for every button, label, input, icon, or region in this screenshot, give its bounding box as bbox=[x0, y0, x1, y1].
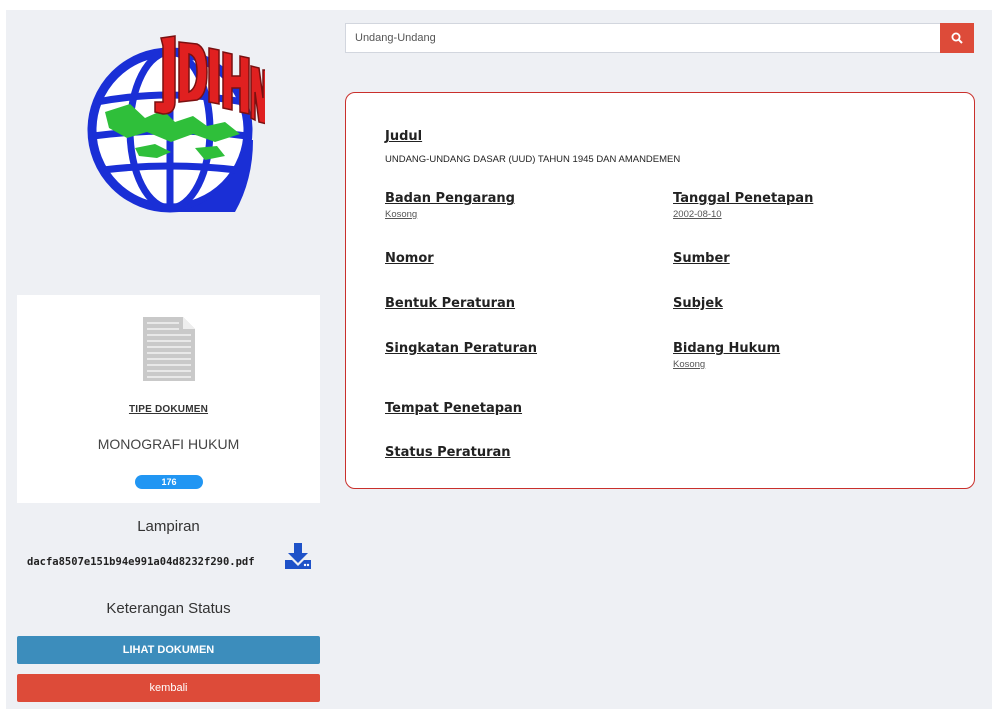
kembali-button[interactable]: kembali bbox=[17, 674, 320, 702]
tanggal-penetapan-label: Tanggal Penetapan bbox=[673, 191, 814, 206]
field-bentuk-peraturan: Bentuk Peraturan bbox=[385, 296, 515, 311]
lampiran-title: Lampiran bbox=[137, 518, 200, 535]
download-icon[interactable] bbox=[284, 542, 312, 570]
document-icon bbox=[143, 317, 195, 381]
tanggal-penetapan-value: 2002-08-10 bbox=[673, 209, 722, 220]
badan-pengarang-label: Badan Pengarang bbox=[385, 191, 515, 206]
tipe-dokumen-label: TIPE DOKUMEN bbox=[128, 404, 209, 415]
bidang-hukum-value: Kosong bbox=[673, 359, 706, 370]
field-bidang-hukum: Bidang Hukum Kosong bbox=[673, 341, 780, 370]
search-button[interactable] bbox=[940, 23, 974, 53]
bentuk-peraturan-label: Bentuk Peraturan bbox=[385, 296, 516, 311]
jdihn-logo bbox=[87, 35, 265, 213]
field-status-peraturan: Status Peraturan bbox=[385, 445, 511, 460]
tempat-penetapan-label: Tempat Penetapan bbox=[385, 401, 523, 416]
bidang-hukum-label: Bidang Hukum bbox=[673, 341, 781, 356]
singkatan-peraturan-label: Singkatan Peraturan bbox=[385, 341, 538, 356]
field-nomor: Nomor bbox=[385, 251, 434, 266]
nomor-label: Nomor bbox=[385, 251, 434, 266]
subjek-label: Subjek bbox=[673, 296, 723, 311]
field-badan-pengarang: Badan Pengarang Kosong bbox=[385, 191, 515, 220]
field-singkatan-peraturan: Singkatan Peraturan bbox=[385, 341, 537, 356]
badan-pengarang-value: Kosong bbox=[385, 209, 418, 220]
count-badge: 176 bbox=[135, 475, 203, 489]
field-judul: Judul UNDANG-UNDANG DASAR (UUD) TAHUN 19… bbox=[385, 129, 680, 165]
judul-value: UNDANG-UNDANG DASAR (UUD) TAHUN 1945 DAN… bbox=[385, 154, 681, 165]
search-input[interactable] bbox=[345, 23, 941, 53]
attachment-row: dacfa8507e151b94e991a04d8232f290.pdf bbox=[17, 542, 320, 572]
attachment-file-name: dacfa8507e151b94e991a04d8232f290.pdf bbox=[27, 556, 255, 568]
search-icon bbox=[951, 32, 963, 44]
field-sumber: Sumber bbox=[673, 251, 730, 266]
document-type-card: TIPE DOKUMEN MONOGRAFI HUKUM 176 bbox=[17, 295, 320, 503]
document-detail-card: Judul UNDANG-UNDANG DASAR (UUD) TAHUN 19… bbox=[345, 92, 975, 489]
field-tanggal-penetapan: Tanggal Penetapan 2002-08-10 bbox=[673, 191, 813, 220]
lihat-dokumen-button[interactable]: LIHAT DOKUMEN bbox=[17, 636, 320, 664]
judul-label: Judul bbox=[385, 129, 423, 144]
field-tempat-penetapan: Tempat Penetapan bbox=[385, 401, 522, 416]
status-peraturan-label: Status Peraturan bbox=[385, 445, 511, 460]
sumber-label: Sumber bbox=[673, 251, 730, 266]
keterangan-status-title: Keterangan Status bbox=[106, 600, 231, 617]
field-subjek: Subjek bbox=[673, 296, 723, 311]
tipe-dokumen-value: MONOGRAFI HUKUM bbox=[97, 436, 240, 452]
